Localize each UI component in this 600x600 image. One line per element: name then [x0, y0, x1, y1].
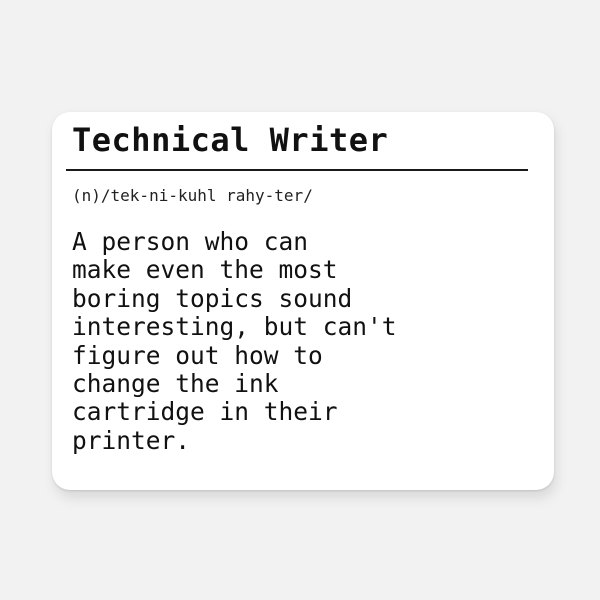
sticker-title: Technical Writer: [72, 121, 389, 159]
product-image-canvas: Technical Writer (n)/tek-ni-kuhl rahy-te…: [0, 0, 600, 600]
title-underline: [66, 169, 528, 171]
definition-text: A person who can make even the most bori…: [72, 227, 397, 455]
pronunciation-text: (n)/tek-ni-kuhl rahy-ter/: [72, 186, 313, 205]
